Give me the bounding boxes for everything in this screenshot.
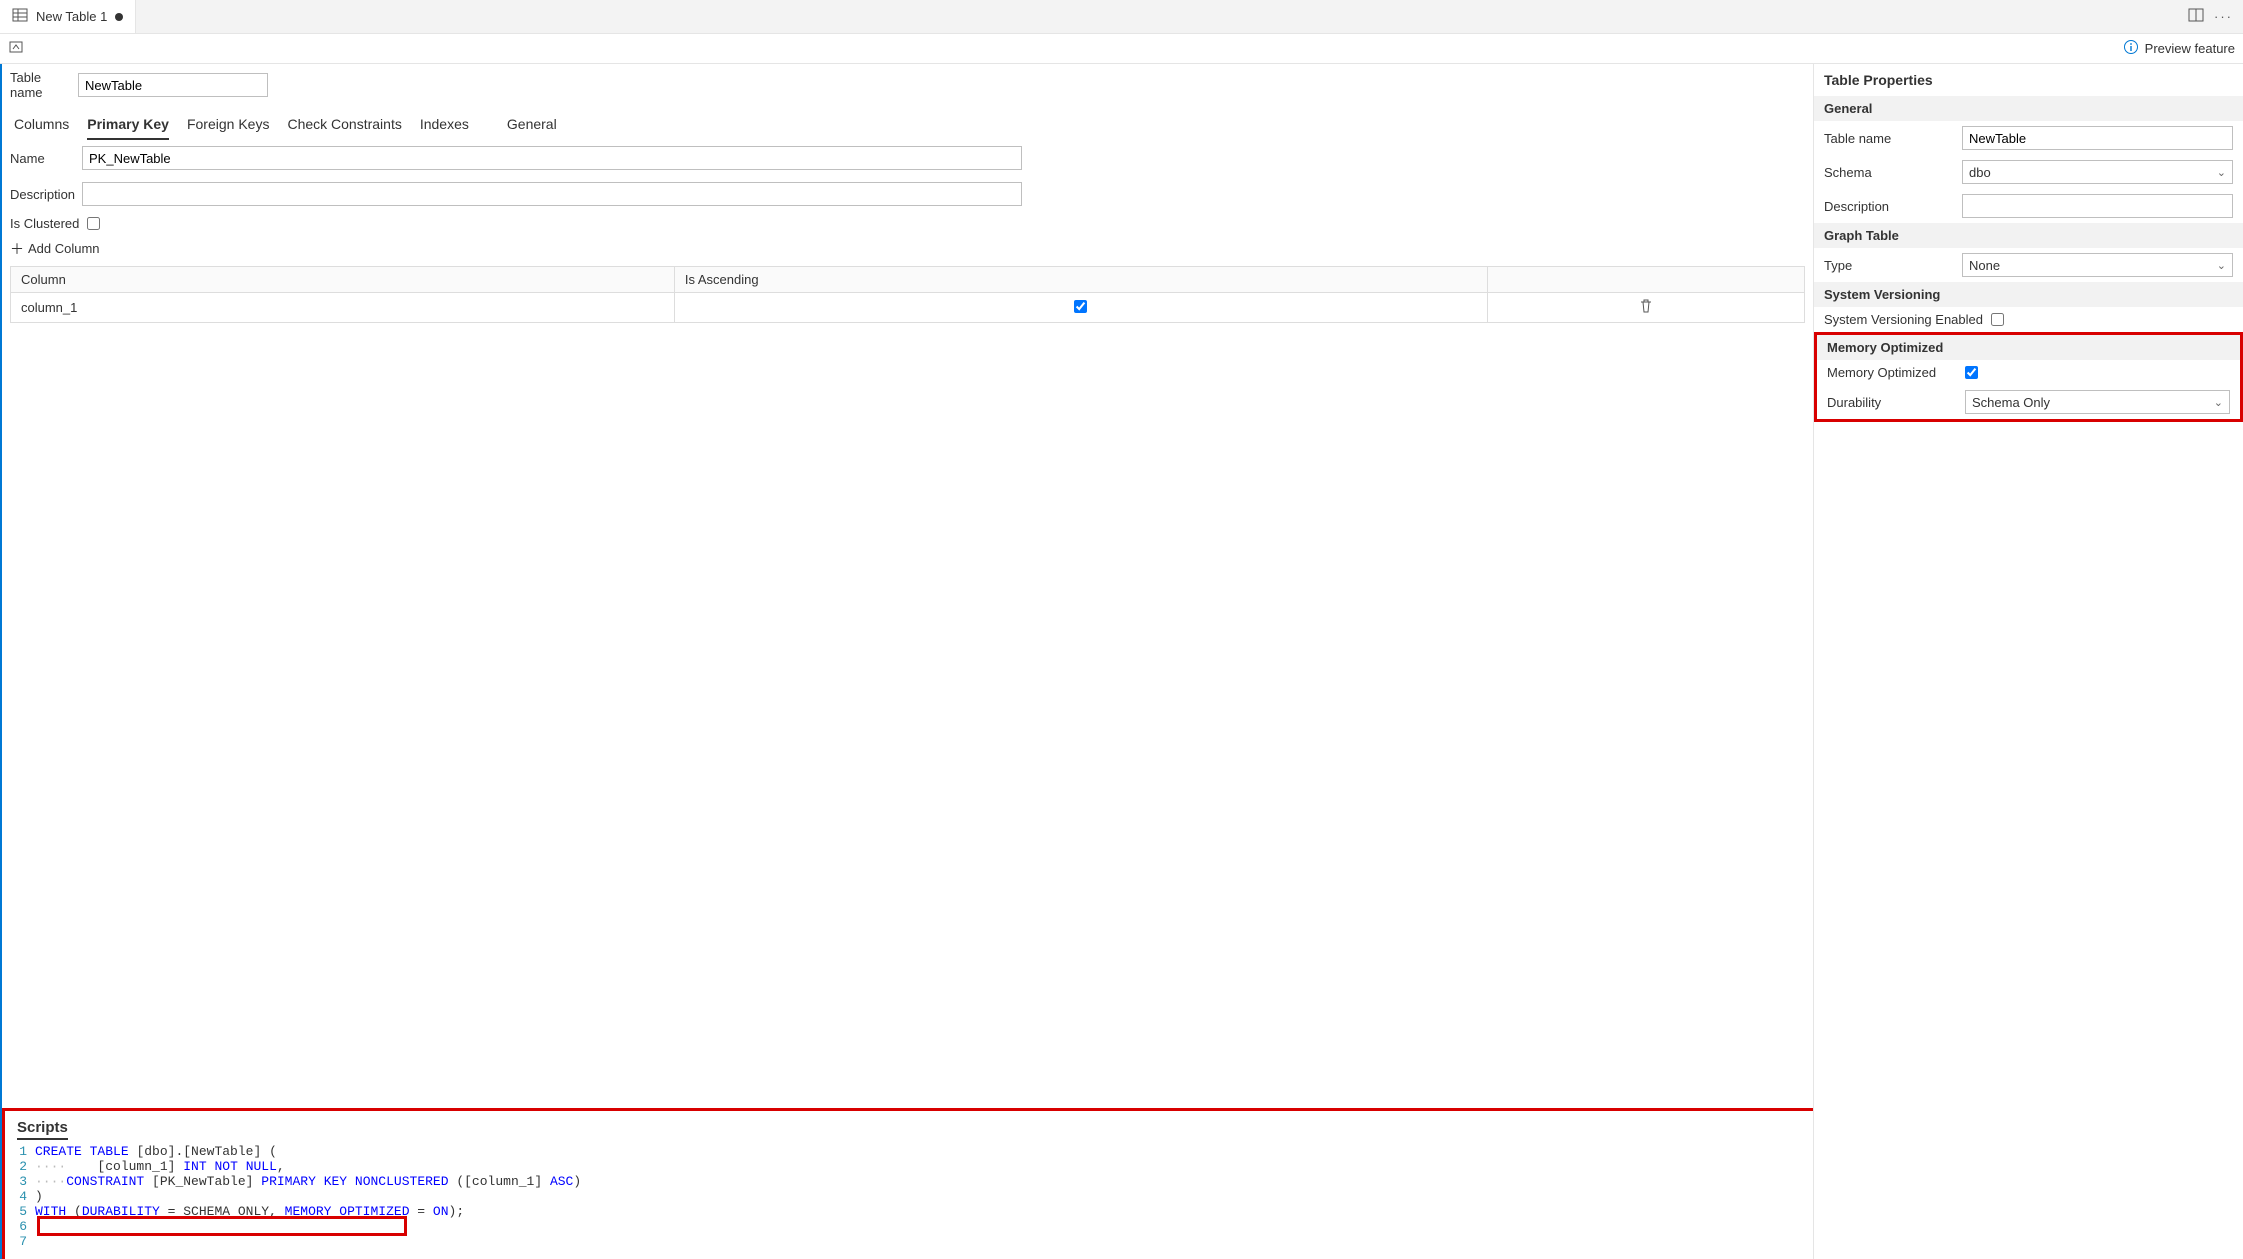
preview-feature[interactable]: Preview feature (2123, 39, 2235, 58)
grid-cell-ascending-checkbox[interactable] (1074, 300, 1087, 313)
rp-tablename-input[interactable] (1962, 126, 2233, 150)
pk-desc-input[interactable] (82, 182, 1022, 206)
rp-schema-select[interactable]: dbo ⌄ (1962, 160, 2233, 184)
memory-optimized-highlight: Memory Optimized Memory Optimized Durabi… (1814, 332, 2243, 422)
highlight-box (37, 1216, 407, 1236)
plus-icon: ＋ (10, 242, 24, 256)
section-general: General (1814, 96, 2243, 121)
rp-graph-type-select[interactable]: None ⌄ (1962, 253, 2233, 277)
rp-desc-label: Description (1824, 199, 1954, 214)
tab-new-table[interactable]: New Table 1 (0, 0, 136, 33)
rp-desc-input[interactable] (1962, 194, 2233, 218)
is-clustered-checkbox[interactable] (87, 217, 100, 230)
section-sysver: System Versioning (1814, 282, 2243, 307)
dirty-indicator-icon (115, 13, 123, 21)
section-mem: Memory Optimized (1817, 335, 2240, 360)
designer-left-pane: Table name Columns Primary Key Foreign K… (2, 64, 1813, 1259)
rp-graph-type-label: Type (1824, 258, 1954, 273)
properties-title: Table Properties (1814, 64, 2243, 96)
rp-tablename-label: Table name (1824, 131, 1954, 146)
table-name-label: Table name (10, 70, 70, 100)
tab-primary-key[interactable]: Primary Key (87, 110, 169, 140)
designer-tabs: Columns Primary Key Foreign Keys Check C… (2, 106, 1813, 140)
code-editor[interactable]: 1CREATE TABLE [dbo].[NewTable] ( 2···· [… (5, 1140, 1813, 1259)
scripts-title: Scripts (17, 1119, 68, 1140)
table-name-input[interactable] (78, 73, 268, 97)
is-clustered-label: Is Clustered (10, 216, 79, 231)
info-icon (2123, 39, 2139, 58)
rp-schema-label: Schema (1824, 165, 1954, 180)
tab-columns[interactable]: Columns (14, 110, 69, 140)
publish-icon[interactable] (8, 39, 24, 58)
preview-feature-label: Preview feature (2145, 41, 2235, 56)
add-column-button[interactable]: ＋ Add Column (2, 235, 1813, 262)
add-column-label: Add Column (28, 241, 100, 256)
pk-columns-grid: Column Is Ascending column_1 (10, 266, 1805, 323)
designer-toolbar: Preview feature (0, 34, 2243, 64)
rp-mem-opt-label: Memory Optimized (1827, 365, 1957, 380)
chevron-down-icon: ⌄ (2217, 166, 2226, 179)
grid-header-ascending[interactable]: Is Ascending (674, 267, 1487, 293)
pk-name-label: Name (10, 151, 72, 166)
tab-title: New Table 1 (36, 9, 107, 24)
rp-sysver-label: System Versioning Enabled (1824, 312, 1983, 327)
chevron-down-icon: ⌄ (2214, 396, 2223, 409)
table-row[interactable]: column_1 (11, 293, 1805, 323)
trash-icon[interactable] (1638, 302, 1654, 317)
pk-desc-label: Description (10, 187, 72, 202)
chevron-down-icon: ⌄ (2217, 259, 2226, 272)
scripts-panel: Scripts 1CREATE TABLE [dbo].[NewTable] (… (2, 1108, 1813, 1259)
rp-mem-opt-checkbox[interactable] (1965, 366, 1978, 379)
tab-foreign-keys[interactable]: Foreign Keys (187, 110, 269, 140)
properties-panel: Table Properties General Table name Sche… (1813, 64, 2243, 1259)
grid-header-column[interactable]: Column (11, 267, 675, 293)
tab-bar: New Table 1 ··· (0, 0, 2243, 34)
pk-name-input[interactable] (82, 146, 1022, 170)
tab-indexes[interactable]: Indexes (420, 110, 469, 140)
section-graph: Graph Table (1814, 223, 2243, 248)
tab-check-constraints[interactable]: Check Constraints (287, 110, 401, 140)
grid-cell-column[interactable]: column_1 (11, 293, 675, 323)
rp-sysver-checkbox[interactable] (1991, 313, 2004, 326)
split-editor-icon[interactable] (2188, 7, 2204, 26)
more-actions-icon[interactable]: ··· (2214, 9, 2233, 24)
grid-header-actions (1487, 267, 1804, 293)
tab-general[interactable]: General (507, 110, 557, 140)
rp-durability-label: Durability (1827, 395, 1957, 410)
rp-durability-select[interactable]: Schema Only ⌄ (1965, 390, 2230, 414)
table-icon (12, 7, 28, 26)
